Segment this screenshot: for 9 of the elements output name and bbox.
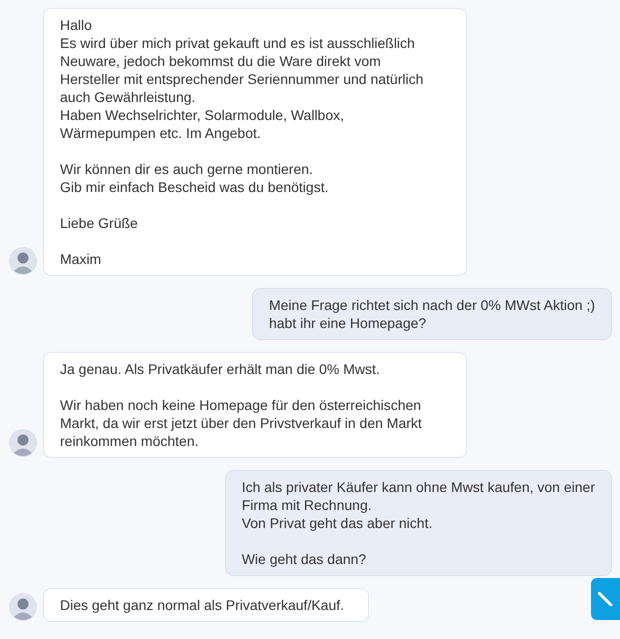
- avatar-icon: [9, 429, 37, 457]
- avatar-icon: [9, 247, 37, 275]
- avatar-icon: [9, 593, 37, 621]
- message-bubble: Dies geht ganz normal als Privatverkauf/Kauf.: [43, 588, 370, 622]
- message-bubble: Ja genau. Als Privatkäufer erhält man die 0% Mwst. Wir haben noch keine Homepage für den österreichischen Markt, da wir erst jetzt über den Privstverkauf in den Markt reinkommen möchten.: [43, 352, 467, 458]
- scroll-button[interactable]: [591, 578, 620, 620]
- message-bubble: Ich als privater Käufer kann ohne Mwst kaufen, von einer Firma mit Rechnung. Von Privat geht das aber nicht. Wie geht das dann?: [224, 470, 612, 576]
- message-bubble: Hallo Es wird über mich privat gekauft und es ist ausschließlich Neuware, jedoch bekommst du die Ware direkt vom Hersteller mit entsprechender Seriennummer und natürlich auch Gewährleistung. Haben Wechselrichter, Solarmodule, Wallbox, Wärmepumpen etc. Im Angebot. Wir können dir es auch gerne montieren. Gib mir einfach Bescheid was du benötigst. Liebe Grüße Maxim: [43, 8, 467, 276]
- message-bubble: Meine Frage richtet sich nach der 0% MWst Aktion ;) habt ihr eine Homepage?: [252, 288, 612, 340]
